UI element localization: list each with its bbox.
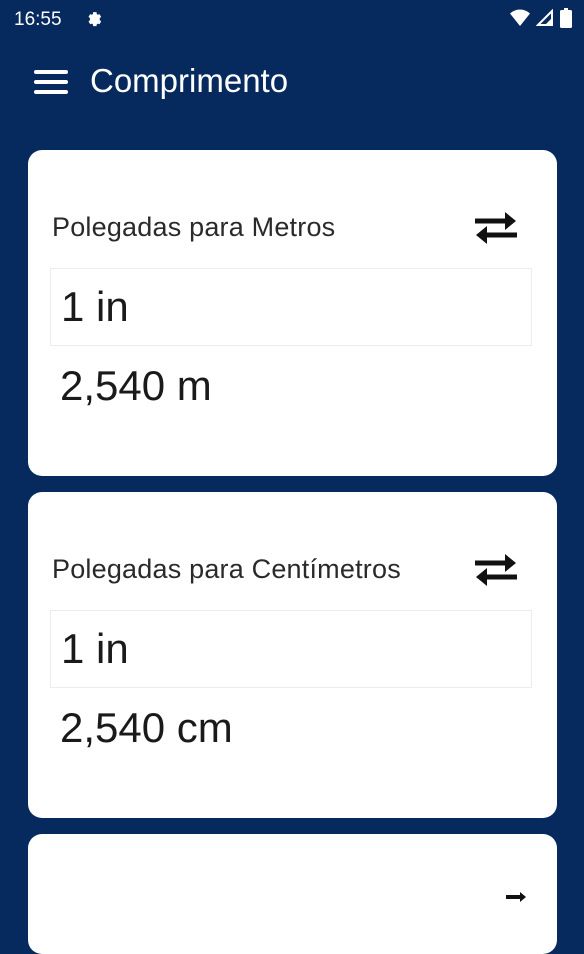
app-bar: Comprimento (0, 40, 584, 128)
swap-arrows-icon[interactable] (506, 892, 526, 902)
status-time: 16:55 (14, 9, 62, 30)
status-icons (510, 8, 572, 28)
wifi-icon (510, 9, 530, 26)
conversion-card: Polegadas para Metros 1 in 2,540 m (28, 150, 557, 476)
page-title: Comprimento (90, 62, 289, 99)
settings-gear-icon (88, 12, 102, 27)
result-value: 2,540 cm (60, 704, 233, 751)
menu-icon[interactable] (34, 70, 68, 98)
conversion-card: Polegadas para Centímetros 1 in 2,540 cm (28, 492, 557, 818)
card-title: Polegadas para Centímetros (52, 554, 401, 584)
value-input[interactable]: 1 in (50, 268, 532, 346)
swap-arrows-icon[interactable] (471, 550, 521, 590)
value-input[interactable]: 1 in (50, 610, 532, 688)
result-value: 2,540 m (60, 362, 212, 409)
card-title: Polegadas para Metros (52, 212, 336, 242)
battery-icon (560, 8, 572, 28)
status-bar: 16:55 (0, 0, 584, 40)
swap-arrows-icon[interactable] (471, 208, 521, 248)
conversion-card (28, 834, 557, 954)
signal-icon (536, 9, 553, 26)
